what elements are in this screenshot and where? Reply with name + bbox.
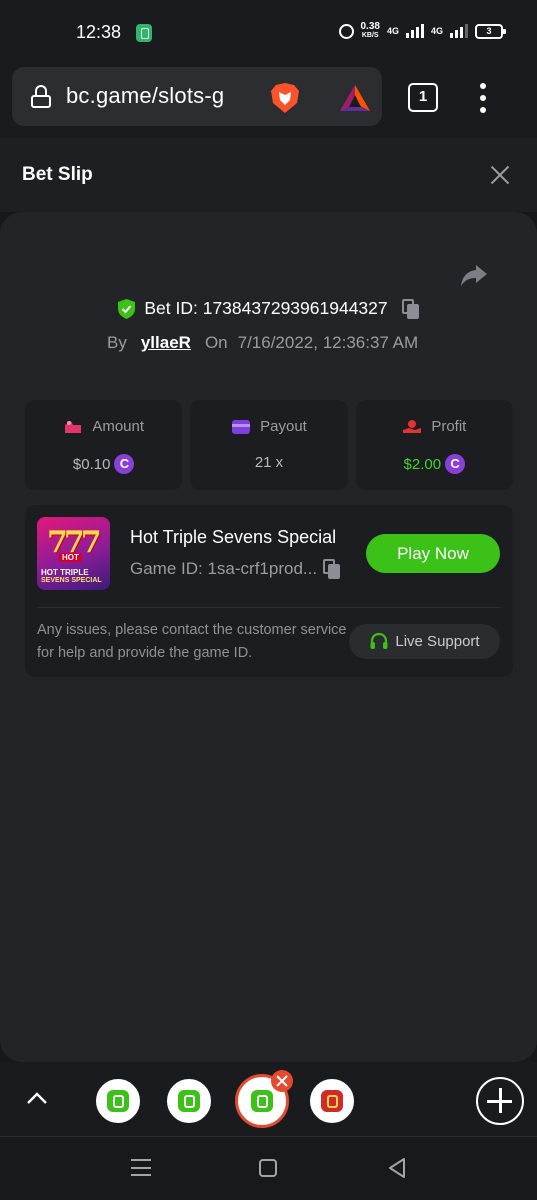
game-thumbnail[interactable]: 777 HOT HOT TRIPLE SEVENS SPECIAL: [37, 517, 110, 590]
share-icon[interactable]: [460, 263, 488, 287]
by-label: By: [107, 333, 127, 352]
profit-icon: [403, 419, 422, 433]
thumb-title-1: HOT TRIPLE: [41, 568, 89, 577]
stat-payout-value: 21 x: [254, 454, 284, 471]
game-id-row: Game ID: 1sa-crf1prod...: [130, 559, 341, 579]
on-label: On: [204, 333, 228, 352]
bet-slip-header: Bet Slip: [0, 138, 537, 212]
close-icon[interactable]: [489, 164, 511, 186]
copy-game-id-icon[interactable]: [323, 559, 341, 579]
browser-toolbar: bc.game/slots-g 1: [0, 66, 537, 138]
recent-apps-icon[interactable]: [131, 1159, 151, 1176]
play-now-button[interactable]: Play Now: [366, 534, 500, 573]
lock-icon[interactable]: [31, 85, 51, 108]
new-tab-icon[interactable]: [476, 1077, 524, 1125]
bcgame-icon: [107, 1090, 129, 1112]
stat-profit: Profit $2.00: [355, 400, 513, 490]
stat-amount-label: Amount: [92, 418, 145, 435]
status-time: 12:38: [76, 22, 122, 42]
username-link[interactable]: yllaeR: [141, 333, 191, 353]
coin-icon: [445, 454, 466, 474]
stat-profit-value: $2.00: [403, 455, 442, 473]
network-speed-unit: KB/S: [361, 32, 379, 39]
thumb-badge: HOT: [59, 553, 82, 562]
home-icon[interactable]: [259, 1159, 277, 1177]
signal-icon: [405, 24, 424, 38]
tab-bcgame-2[interactable]: [164, 1076, 214, 1126]
bet-meta-row: By yllaeR On 7/16/2022, 12:36:37 AM: [107, 333, 418, 353]
thumb-title-2: SEVENS SPECIAL: [41, 577, 102, 584]
game-id: Game ID: 1sa-crf1prod...: [130, 559, 318, 578]
network-speed: 0.38 KB/S: [361, 22, 380, 40]
stat-profit-label: Profit: [431, 418, 467, 435]
bet-slip-panel: Bet ID: 1738437293961944327 By yllaeR On…: [0, 212, 537, 1062]
bet-datetime: 7/16/2022, 12:36:37 AM: [237, 333, 419, 352]
stat-amount: Amount $0.10: [25, 400, 183, 490]
tab-strip: [0, 1062, 537, 1136]
verified-shield-icon: [118, 298, 136, 319]
stat-payout: Payout 21 x: [190, 400, 348, 490]
card-icon: [232, 419, 251, 434]
network-type: 4G: [386, 25, 399, 36]
tab-switcher-button[interactable]: 1: [408, 83, 438, 112]
chevron-up-icon[interactable]: [26, 1087, 48, 1109]
coin-icon: [114, 454, 135, 474]
status-icons: 0.38 KB/S 4G 4G 3: [338, 22, 506, 40]
brave-shields-icon[interactable]: [268, 81, 302, 115]
alarm-icon: [338, 23, 354, 39]
browser-menu-icon[interactable]: [478, 83, 488, 113]
bcgame-icon: [251, 1090, 273, 1112]
divider: [37, 607, 501, 608]
headset-icon: [370, 632, 388, 649]
status-bar: 12:38 0.38 KB/S 4G 4G 3: [0, 0, 537, 66]
network-type-2: 4G: [430, 25, 443, 36]
live-support-button[interactable]: Live Support: [349, 624, 500, 659]
bcgame-icon: [178, 1090, 200, 1112]
tab-game[interactable]: [307, 1076, 357, 1126]
tab-bcgame-1[interactable]: [93, 1076, 143, 1126]
close-tab-icon[interactable]: [271, 1070, 293, 1092]
game-name: Hot Triple Sevens Special: [130, 527, 337, 547]
system-navigation: [0, 1136, 537, 1200]
network-speed-value: 0.38: [360, 21, 380, 32]
game-tab-icon: [321, 1090, 343, 1112]
live-support-label: Live Support: [395, 633, 480, 650]
bet-id: Bet ID: 1738437293961944327: [144, 298, 388, 318]
battery-icon: 3: [475, 23, 506, 39]
stat-amount-value: $0.10: [72, 455, 111, 473]
signal-icon-2: [450, 24, 468, 38]
bet-stats: Amount $0.10 Payout 21 x: [25, 400, 513, 490]
brave-rewards-icon[interactable]: [338, 83, 372, 113]
game-card: 777 HOT HOT TRIPLE SEVENS SPECIAL Hot Tr…: [25, 505, 513, 677]
support-notice: Any issues, please contact the customer …: [37, 622, 347, 661]
back-icon[interactable]: [387, 1157, 407, 1179]
stat-payout-label: Payout: [260, 418, 307, 435]
bet-slip-title: Bet Slip: [22, 164, 93, 185]
app-notification-icon: [136, 24, 152, 42]
copy-bet-id-icon[interactable]: [401, 298, 420, 319]
bet-id-row: Bet ID: 1738437293961944327: [0, 298, 537, 319]
address-bar[interactable]: bc.game/slots-g: [12, 67, 382, 126]
amount-icon: [65, 420, 82, 433]
url-text[interactable]: bc.game/slots-g: [66, 83, 224, 109]
